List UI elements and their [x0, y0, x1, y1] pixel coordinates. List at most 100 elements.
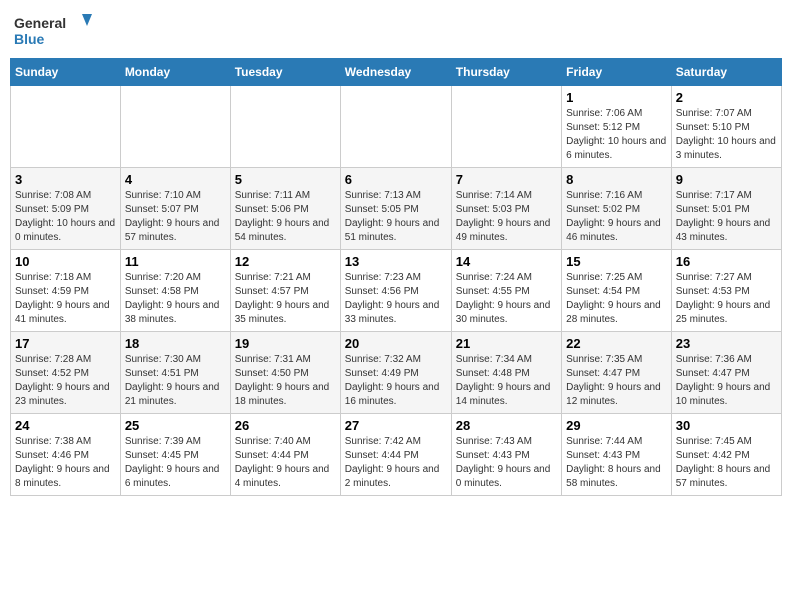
day-number: 19 [235, 336, 336, 351]
day-number: 25 [125, 418, 226, 433]
day-cell: 26Sunrise: 7:40 AM Sunset: 4:44 PM Dayli… [230, 414, 340, 496]
day-cell: 10Sunrise: 7:18 AM Sunset: 4:59 PM Dayli… [11, 250, 121, 332]
page-header: General Blue [10, 10, 782, 50]
day-number: 23 [676, 336, 777, 351]
day-cell: 21 Sunrise: 7:34 AM Sunset: 4:48 PM Dayli… [451, 332, 561, 414]
day-cell: 18 Sunrise: 7:30 AM Sunset: 4:51 PM Dayli… [120, 332, 230, 414]
day-number: 12 [235, 254, 336, 269]
column-header-saturday: Saturday [671, 59, 781, 86]
column-header-tuesday: Tuesday [230, 59, 340, 86]
day-cell: 7 Sunrise: 7:14 AM Sunset: 5:03 PM Daylig… [451, 168, 561, 250]
day-number: 5 [235, 172, 336, 187]
day-cell: 23 Sunrise: 7:36 AM Sunset: 4:47 PM Dayli… [671, 332, 781, 414]
day-cell: 4 Sunrise: 7:10 AM Sunset: 5:07 PM Daylig… [120, 168, 230, 250]
day-cell: 30 Sunrise: 7:45 AM Sunset: 4:42 PM Dayli… [671, 414, 781, 496]
day-number: 28 [456, 418, 557, 433]
day-cell [451, 86, 561, 168]
day-info: Sunrise: 7:43 AM Sunset: 4:43 PM Dayligh… [456, 435, 557, 491]
day-cell: 12 Sunrise: 7:21 AM Sunset: 4:57 PM Dayli… [230, 250, 340, 332]
day-cell [230, 86, 340, 168]
day-info: Sunrise: 7:08 AM Sunset: 5:09 PM Dayligh… [15, 189, 116, 245]
column-header-wednesday: Wednesday [340, 59, 451, 86]
day-info: Sunrise: 7:14 AM Sunset: 5:03 PM Dayligh… [456, 189, 557, 245]
calendar-body: 1Sunrise: 7:06 AM Sunset: 5:12 PM Daylig… [11, 86, 782, 496]
day-number: 9 [676, 172, 777, 187]
day-number: 18 [125, 336, 226, 351]
day-number: 13 [345, 254, 447, 269]
logo-svg: General Blue [14, 10, 94, 50]
day-info: Sunrise: 7:39 AM Sunset: 4:45 PM Dayligh… [125, 435, 226, 491]
day-number: 29 [566, 418, 667, 433]
logo: General Blue [14, 10, 94, 50]
day-info: Sunrise: 7:34 AM Sunset: 4:48 PM Dayligh… [456, 353, 557, 409]
day-info: Sunrise: 7:16 AM Sunset: 5:02 PM Dayligh… [566, 189, 667, 245]
day-info: Sunrise: 7:13 AM Sunset: 5:05 PM Dayligh… [345, 189, 447, 245]
day-number: 21 [456, 336, 557, 351]
day-info: Sunrise: 7:30 AM Sunset: 4:51 PM Dayligh… [125, 353, 226, 409]
day-info: Sunrise: 7:23 AM Sunset: 4:56 PM Dayligh… [345, 271, 447, 327]
day-number: 11 [125, 254, 226, 269]
day-cell: 5Sunrise: 7:11 AM Sunset: 5:06 PM Daylig… [230, 168, 340, 250]
column-header-friday: Friday [562, 59, 672, 86]
day-cell [340, 86, 451, 168]
day-number: 4 [125, 172, 226, 187]
day-info: Sunrise: 7:06 AM Sunset: 5:12 PM Dayligh… [566, 107, 667, 163]
day-cell: 13 Sunrise: 7:23 AM Sunset: 4:56 PM Dayli… [340, 250, 451, 332]
day-cell: 19 Sunrise: 7:31 AM Sunset: 4:50 PM Dayli… [230, 332, 340, 414]
week-row-5: 24 Sunrise: 7:38 AM Sunset: 4:46 PM Dayli… [11, 414, 782, 496]
column-header-thursday: Thursday [451, 59, 561, 86]
week-row-2: 3 Sunrise: 7:08 AM Sunset: 5:09 PM Daylig… [11, 168, 782, 250]
day-number: 14 [456, 254, 557, 269]
day-info: Sunrise: 7:32 AM Sunset: 4:49 PM Dayligh… [345, 353, 447, 409]
week-row-3: 10Sunrise: 7:18 AM Sunset: 4:59 PM Dayli… [11, 250, 782, 332]
day-info: Sunrise: 7:44 AM Sunset: 4:43 PM Dayligh… [566, 435, 667, 491]
day-info: Sunrise: 7:17 AM Sunset: 5:01 PM Dayligh… [676, 189, 777, 245]
day-info: Sunrise: 7:27 AM Sunset: 4:53 PM Dayligh… [676, 271, 777, 327]
column-header-sunday: Sunday [11, 59, 121, 86]
day-cell: 22Sunrise: 7:35 AM Sunset: 4:47 PM Dayli… [562, 332, 672, 414]
day-cell: 6Sunrise: 7:13 AM Sunset: 5:05 PM Daylig… [340, 168, 451, 250]
day-cell: 2 Sunrise: 7:07 AM Sunset: 5:10 PM Daylig… [671, 86, 781, 168]
day-number: 24 [15, 418, 116, 433]
day-info: Sunrise: 7:18 AM Sunset: 4:59 PM Dayligh… [15, 271, 116, 327]
day-info: Sunrise: 7:36 AM Sunset: 4:47 PM Dayligh… [676, 353, 777, 409]
day-info: Sunrise: 7:28 AM Sunset: 4:52 PM Dayligh… [15, 353, 116, 409]
day-info: Sunrise: 7:31 AM Sunset: 4:50 PM Dayligh… [235, 353, 336, 409]
day-cell: 17Sunrise: 7:28 AM Sunset: 4:52 PM Dayli… [11, 332, 121, 414]
day-number: 16 [676, 254, 777, 269]
day-number: 7 [456, 172, 557, 187]
day-cell: 24 Sunrise: 7:38 AM Sunset: 4:46 PM Dayli… [11, 414, 121, 496]
header-row: SundayMondayTuesdayWednesdayThursdayFrid… [11, 59, 782, 86]
day-cell: 11 Sunrise: 7:20 AM Sunset: 4:58 PM Dayli… [120, 250, 230, 332]
day-info: Sunrise: 7:45 AM Sunset: 4:42 PM Dayligh… [676, 435, 777, 491]
day-cell: 1Sunrise: 7:06 AM Sunset: 5:12 PM Daylig… [562, 86, 672, 168]
day-info: Sunrise: 7:07 AM Sunset: 5:10 PM Dayligh… [676, 107, 777, 163]
day-number: 22 [566, 336, 667, 351]
day-info: Sunrise: 7:38 AM Sunset: 4:46 PM Dayligh… [15, 435, 116, 491]
day-cell [120, 86, 230, 168]
day-cell: 27Sunrise: 7:42 AM Sunset: 4:44 PM Dayli… [340, 414, 451, 496]
day-cell: 16 Sunrise: 7:27 AM Sunset: 4:53 PM Dayli… [671, 250, 781, 332]
day-number: 3 [15, 172, 116, 187]
day-cell: 15 Sunrise: 7:25 AM Sunset: 4:54 PM Dayli… [562, 250, 672, 332]
day-cell: 3 Sunrise: 7:08 AM Sunset: 5:09 PM Daylig… [11, 168, 121, 250]
day-number: 2 [676, 90, 777, 105]
day-number: 26 [235, 418, 336, 433]
day-cell: 14Sunrise: 7:24 AM Sunset: 4:55 PM Dayli… [451, 250, 561, 332]
calendar-table: SundayMondayTuesdayWednesdayThursdayFrid… [10, 58, 782, 496]
calendar-header: SundayMondayTuesdayWednesdayThursdayFrid… [11, 59, 782, 86]
day-info: Sunrise: 7:20 AM Sunset: 4:58 PM Dayligh… [125, 271, 226, 327]
day-info: Sunrise: 7:10 AM Sunset: 5:07 PM Dayligh… [125, 189, 226, 245]
day-cell: 9 Sunrise: 7:17 AM Sunset: 5:01 PM Daylig… [671, 168, 781, 250]
day-number: 30 [676, 418, 777, 433]
day-number: 8 [566, 172, 667, 187]
day-info: Sunrise: 7:21 AM Sunset: 4:57 PM Dayligh… [235, 271, 336, 327]
day-cell [11, 86, 121, 168]
day-number: 15 [566, 254, 667, 269]
week-row-4: 17Sunrise: 7:28 AM Sunset: 4:52 PM Dayli… [11, 332, 782, 414]
day-cell: 28 Sunrise: 7:43 AM Sunset: 4:43 PM Dayli… [451, 414, 561, 496]
day-cell: 8 Sunrise: 7:16 AM Sunset: 5:02 PM Daylig… [562, 168, 672, 250]
day-cell: 29 Sunrise: 7:44 AM Sunset: 4:43 PM Dayli… [562, 414, 672, 496]
svg-text:Blue: Blue [14, 31, 45, 47]
day-info: Sunrise: 7:25 AM Sunset: 4:54 PM Dayligh… [566, 271, 667, 327]
